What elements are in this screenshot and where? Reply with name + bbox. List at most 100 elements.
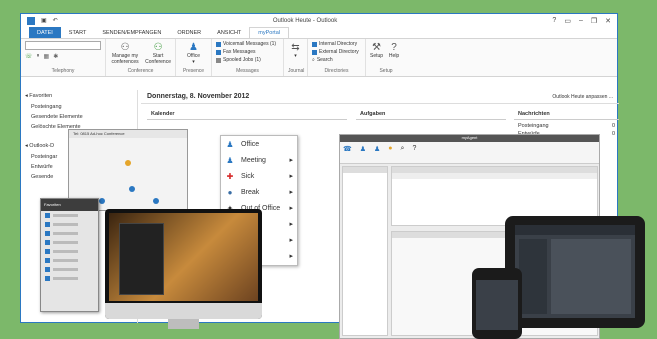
customize-link[interactable]: Outlook Heute anpassen ... <box>552 94 613 100</box>
journal-button[interactable]: ⇆ ▾ <box>290 41 302 60</box>
tab-myportal[interactable]: myPortal <box>249 27 289 38</box>
tab-start[interactable]: START <box>61 27 95 38</box>
tab-file[interactable]: DATEI <box>29 27 61 38</box>
favorites-header[interactable]: ◂ Favoriten <box>21 90 137 102</box>
myagent-title: myAgent <box>340 135 599 142</box>
directories-group-label: Directories <box>324 68 349 74</box>
ribbon-tabs: DATEI START SENDEN/EMPFANGEN ORDNER ANSI… <box>21 27 617 39</box>
office-status-button[interactable]: ♟ Office ▾ <box>187 41 200 65</box>
fax-messages-button[interactable]: Fax Messages <box>216 49 276 55</box>
tab-view[interactable]: ANSICHT <box>209 27 249 38</box>
contact-row[interactable] <box>41 229 98 238</box>
spool-icon <box>216 57 221 63</box>
contact-row[interactable] <box>41 265 98 274</box>
voicemail-icon <box>216 41 221 47</box>
imac-stand <box>168 319 199 329</box>
ipad-device <box>505 216 645 328</box>
hangup-icon[interactable]: ✱ <box>53 53 58 60</box>
ipad-screen <box>515 225 635 318</box>
external-directory-button[interactable]: External Directory <box>312 49 359 55</box>
hold-icon[interactable]: ⏸ <box>37 53 40 60</box>
agent-list-pane <box>342 166 388 336</box>
search-icon: ⌕ <box>312 57 315 63</box>
person-icon: ♟ <box>226 139 234 149</box>
journal-icon: ⇆ <box>291 41 300 53</box>
messages-group-label: Messages <box>236 68 259 74</box>
news-header: Nachrichten <box>514 108 619 120</box>
tab-send-receive[interactable]: SENDEN/EMPFANGEN <box>94 27 169 38</box>
participant-icon <box>129 186 135 192</box>
status-office[interactable]: ♟ Office <box>221 136 297 152</box>
person-icon: ♟ <box>189 41 198 53</box>
today-date: Donnerstag, 8. November 2012 <box>147 93 250 100</box>
chevron-down-icon: ▾ <box>294 53 297 59</box>
dial-icon[interactable]: ☏ <box>25 53 33 60</box>
manage-conferences-button[interactable]: ⚇ Manage my conferences <box>110 41 140 65</box>
search-button[interactable]: ⌕ Search <box>312 57 359 63</box>
start-conference-icon: ⚇ <box>153 41 163 53</box>
search-icon[interactable]: ⌕ <box>401 145 405 160</box>
directory-icon <box>312 49 317 55</box>
contact-row[interactable] <box>41 238 98 247</box>
conference-group: ⚇ Manage my conferences ⚇ Start Conferen… <box>106 39 176 76</box>
setup-button[interactable]: ⚒ Setup <box>370 41 383 60</box>
contact-row[interactable] <box>41 211 98 220</box>
ribbon-display-icon[interactable]: ▭ <box>564 17 571 25</box>
fax-icon <box>216 49 221 55</box>
minimize-button[interactable]: – <box>579 17 583 25</box>
help-button[interactable]: ? Help <box>388 41 400 60</box>
help-icon[interactable]: ? <box>412 145 416 160</box>
maximize-button[interactable]: ❐ <box>591 17 597 25</box>
folder-item[interactable]: Gesendete Elemente <box>21 112 137 122</box>
contact-row[interactable] <box>41 247 98 256</box>
chevron-down-icon: ▾ <box>192 58 195 65</box>
telephony-group: ☏ ⏸ ▦ ✱ Telephony <box>21 39 106 76</box>
queue-icon[interactable]: ♟ <box>374 145 380 160</box>
telephony-group-label: Telephony <box>51 68 75 74</box>
phone-icon[interactable]: ☎ <box>343 145 352 160</box>
internal-directory-button[interactable]: Internal Directory <box>312 41 359 47</box>
directories-group: Internal Directory External Directory ⌕ S… <box>308 39 366 76</box>
headset-icon[interactable]: ● <box>388 145 392 160</box>
contact-row[interactable] <box>41 220 98 229</box>
folder-item[interactable]: Posteingang <box>21 102 137 112</box>
help-icon[interactable]: ? <box>552 17 556 25</box>
meeting-icon: ♟ <box>226 155 234 165</box>
outlook-app-icon <box>27 16 35 25</box>
messages-group: Voicemail Messages (1) Fax Messages Spoo… <box>212 39 284 76</box>
conference-group-label: Conference <box>127 68 154 74</box>
tasks-header: Aufgaben <box>356 108 506 120</box>
chevron-right-icon: ▸ <box>289 189 293 196</box>
mobile-client-window <box>119 223 164 295</box>
chevron-right-icon: ▸ <box>289 205 293 212</box>
transfer-icon[interactable]: ▦ <box>44 53 50 60</box>
dial-input[interactable] <box>25 41 101 50</box>
agent-icon[interactable]: ♟ <box>360 145 366 160</box>
spooled-jobs-button[interactable]: Spooled Jobs (1) <box>216 57 276 63</box>
iphone-device <box>472 268 522 339</box>
news-row[interactable]: Posteingang 0 <box>514 122 619 130</box>
outlook-today-header: Donnerstag, 8. November 2012 Outlook Heu… <box>141 90 619 104</box>
iphone-screen <box>476 280 518 330</box>
voicemail-messages-button[interactable]: Voicemail Messages (1) <box>216 41 276 47</box>
contact-row[interactable] <box>41 256 98 265</box>
favorites-panel-title: Favoriten <box>41 199 98 211</box>
journal-group: ⇆ ▾ Journal <box>284 39 308 76</box>
favorites-panel: Favoriten <box>40 198 99 312</box>
window-title: Outlook Heute - Outlook <box>272 17 338 24</box>
chevron-right-icon: ▸ <box>289 221 293 228</box>
desktop-wallpaper <box>109 213 258 301</box>
status-meeting[interactable]: ♟ Meeting ▸ <box>221 152 297 168</box>
contact-row[interactable] <box>41 274 98 283</box>
close-button[interactable]: ✕ <box>605 17 611 25</box>
participant-icon <box>125 160 131 166</box>
cross-icon: ✚ <box>226 171 234 181</box>
directory-icon <box>312 41 317 47</box>
tab-folder[interactable]: ORDNER <box>169 27 209 38</box>
save-icon[interactable]: ▣ <box>41 17 47 24</box>
status-break[interactable]: ● Break ▸ <box>221 184 297 200</box>
status-sick[interactable]: ✚ Sick ▸ <box>221 168 297 184</box>
start-conference-button[interactable]: ⚇ Start Conference <box>145 41 171 65</box>
chevron-right-icon: ▸ <box>289 237 293 244</box>
wrench-icon: ⚒ <box>372 41 382 53</box>
